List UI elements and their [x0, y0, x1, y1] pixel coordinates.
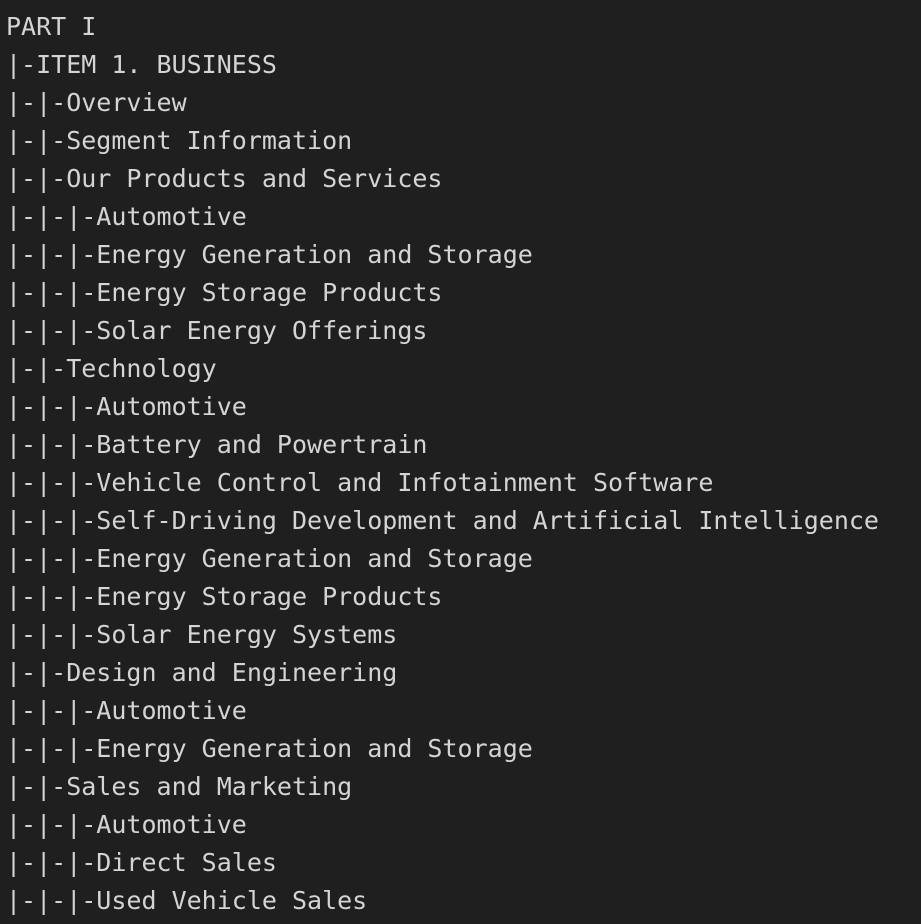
- outline-line: |-|-Overview: [6, 88, 187, 117]
- outline-line: |-|-|-Automotive: [6, 392, 247, 421]
- outline-line: |-|-|-Used Vehicle Sales: [6, 886, 368, 915]
- outline-line: |-|-|-Automotive: [6, 696, 247, 725]
- outline-line: |-ITEM 1. BUSINESS: [6, 50, 277, 79]
- outline-line: |-|-Technology: [6, 354, 217, 383]
- outline-line: |-|-|-Automotive: [6, 202, 247, 231]
- outline-line: |-|-|-Energy Storage Products: [6, 278, 443, 307]
- outline-line: |-|-Segment Information: [6, 126, 353, 155]
- outline-line: |-|-|-Energy Generation and Storage: [6, 240, 533, 269]
- outline-line: |-|-|-Self-Driving Development and Artif…: [6, 506, 879, 535]
- outline-line: |-|-|-Energy Generation and Storage: [6, 544, 533, 573]
- outline-line: |-|-|-Direct Sales: [6, 848, 277, 877]
- outline-line: |-|-|-Vehicle Control and Infotainment S…: [6, 468, 714, 497]
- outline-line: |-|-|-Solar Energy Systems: [6, 620, 398, 649]
- outline-line: |-|-|-Battery and Powertrain: [6, 430, 428, 459]
- outline-line: |-|-|-Energy Storage Products: [6, 582, 443, 611]
- outline-line: PART I: [6, 12, 97, 41]
- outline-line: |-|-|-Automotive: [6, 810, 247, 839]
- outline-line: |-|-Design and Engineering: [6, 658, 398, 687]
- outline-line: |-|-Sales and Marketing: [6, 772, 353, 801]
- outline-line: |-|-Our Products and Services: [6, 164, 443, 193]
- outline-line: |-|-|-Energy Generation and Storage: [6, 734, 533, 763]
- outline-line: |-|-|-Solar Energy Offerings: [6, 316, 428, 345]
- text-editor-area[interactable]: PART I |-ITEM 1. BUSINESS |-|-Overview |…: [0, 0, 921, 924]
